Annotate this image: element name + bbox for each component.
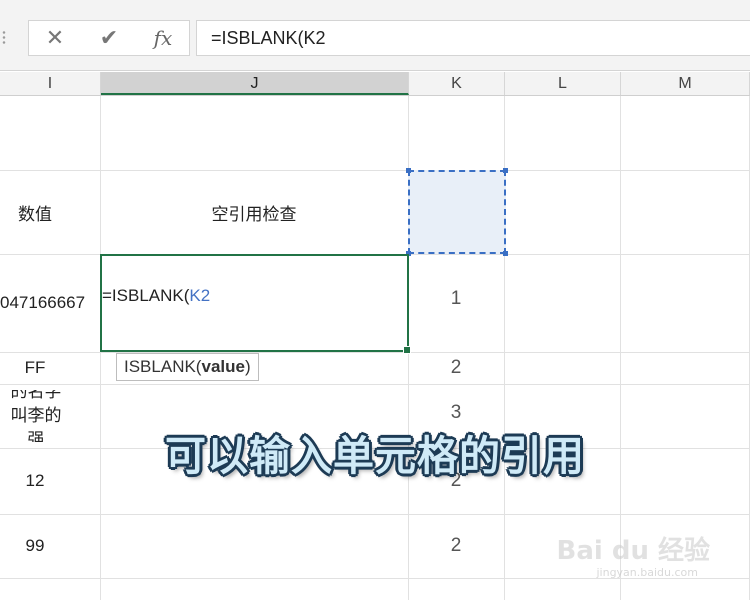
watermark-url: jingyan.baidu.com (596, 566, 698, 579)
baidu-watermark-logo: Bai du 经验 (556, 536, 711, 566)
cancel-button[interactable]: ✕ (35, 21, 75, 55)
formula-bar: ✕ ✔ fx =ISBLANK(K2 (0, 0, 750, 71)
column-header-m[interactable]: M (621, 72, 750, 95)
cell-k-value[interactable]: 2 (408, 352, 504, 384)
column-header-j[interactable]: J (101, 72, 409, 95)
checkmark-icon: ✔ (99, 25, 119, 50)
grid-line (0, 352, 750, 353)
cell-k-value[interactable]: 1 (408, 254, 504, 344)
reference-handle[interactable] (503, 168, 508, 173)
cell-edit-text[interactable]: =ISBLANK(K2 (102, 286, 210, 306)
reference-handle[interactable] (406, 168, 411, 173)
cell-i-value[interactable]: 99 (0, 514, 70, 578)
column-header-i[interactable]: I (0, 72, 101, 95)
grid-line (0, 514, 750, 515)
close-icon: ✕ (45, 25, 65, 50)
formula-reference: K2 (189, 286, 211, 305)
grid-line (0, 384, 750, 385)
reference-handle[interactable] (503, 251, 508, 256)
cell-i-value[interactable]: FF (0, 352, 70, 384)
enter-button[interactable]: ✔ (89, 21, 129, 55)
tooltip-close: ) (244, 357, 251, 376)
insert-function-button[interactable]: fx (143, 21, 183, 55)
cell-i-header[interactable]: 数值 (0, 170, 70, 254)
caption-overlay: 可以输入单元格的引用 (165, 432, 585, 480)
cell-i-value[interactable]: 047166667 (0, 254, 100, 352)
cell-j-header[interactable]: 空引用检查 (100, 170, 408, 254)
worksheet-grid[interactable]: 数值 空引用检查 047166667 1 FF 2 的名字叫李的强 3 12 2… (0, 96, 750, 600)
formula-input[interactable]: =ISBLANK(K2 (196, 20, 750, 56)
cell-k-value[interactable]: 2 (408, 514, 504, 578)
function-tooltip[interactable]: ISBLANK(value) (116, 353, 259, 381)
tooltip-arg: value (201, 357, 245, 376)
column-header-l[interactable]: L (505, 72, 621, 95)
tooltip-func: ISBLANK( (124, 357, 202, 376)
fx-icon: fx (153, 26, 173, 50)
formula-buttons: ✕ ✔ fx (28, 20, 190, 56)
column-header-k[interactable]: K (409, 72, 505, 95)
formula-prefix: =ISBLANK( (102, 286, 190, 305)
fill-handle[interactable] (403, 346, 411, 354)
grid-line (620, 96, 621, 600)
column-header-bar: I J K L M (0, 72, 750, 96)
reference-highlight[interactable] (406, 168, 508, 256)
drag-grip-icon[interactable] (2, 30, 6, 44)
